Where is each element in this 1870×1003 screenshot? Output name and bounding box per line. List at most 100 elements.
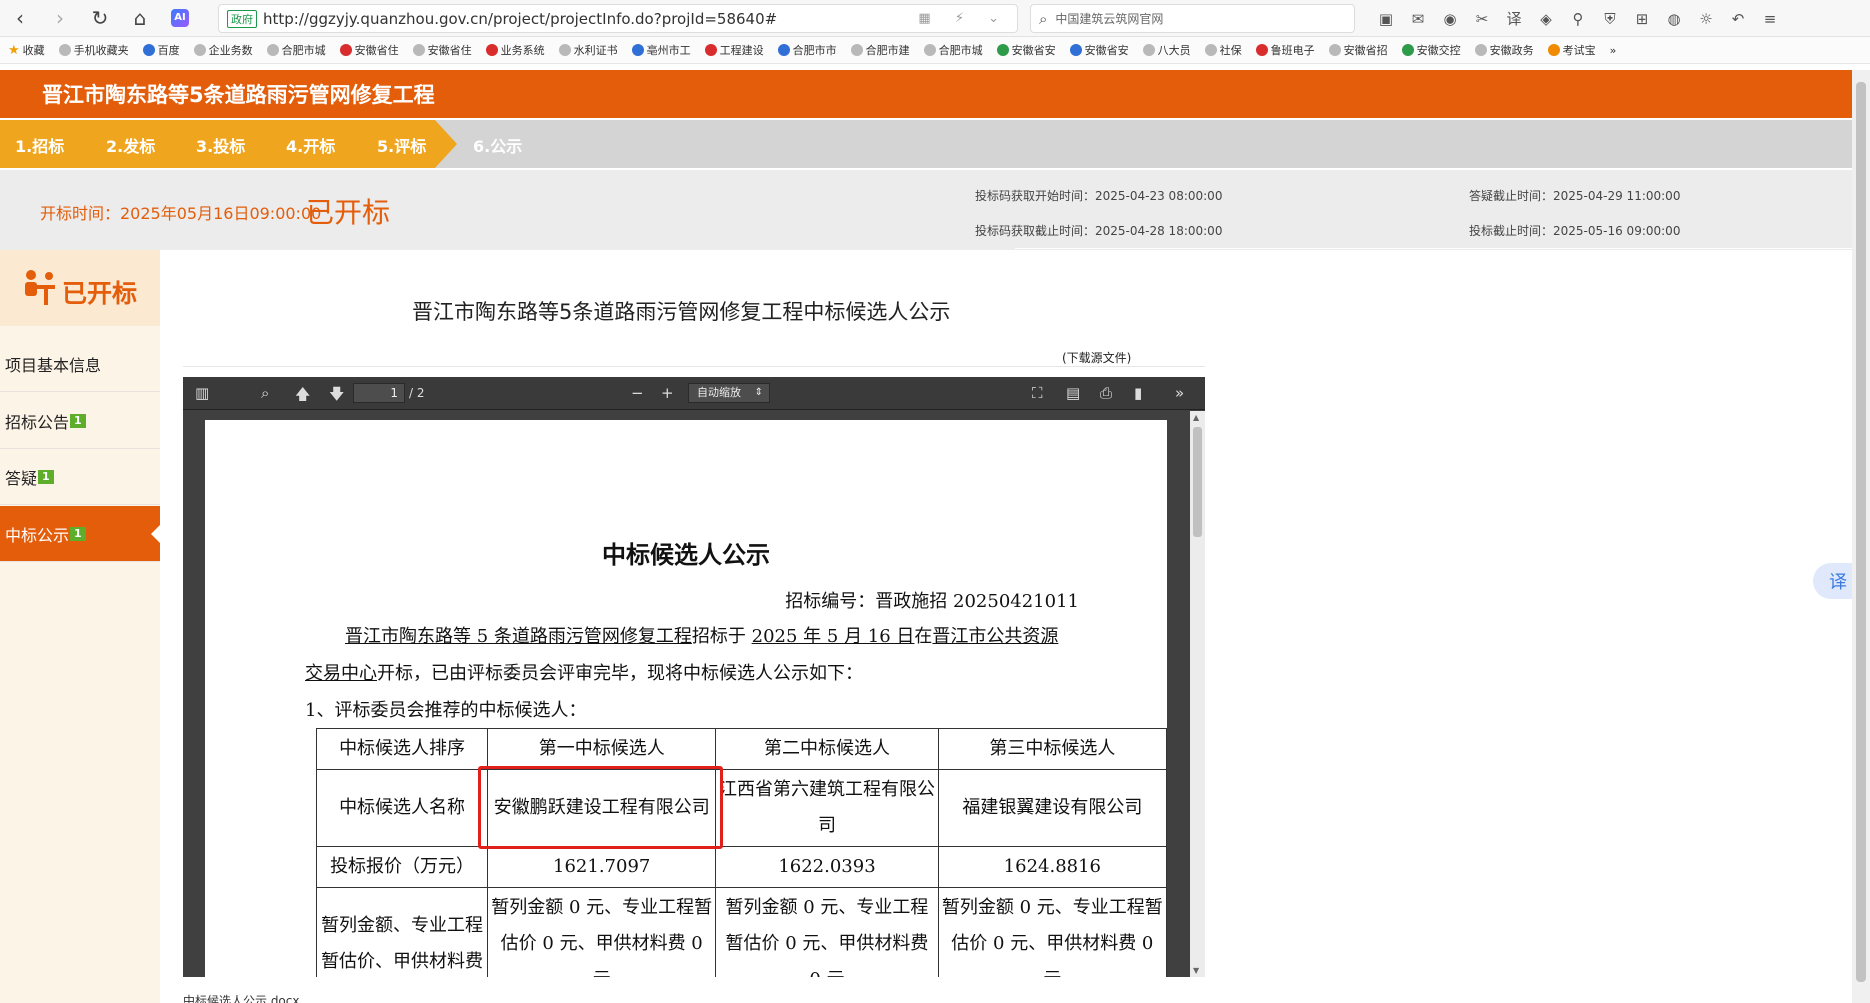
shield-icon[interactable]: ⛨ bbox=[1594, 0, 1626, 37]
bookmark-item[interactable]: 安徽政务 bbox=[1474, 42, 1534, 58]
sidebar-title: 已开标 bbox=[62, 279, 138, 308]
step-tender[interactable]: 1.招标 bbox=[15, 133, 64, 157]
next-page-icon[interactable]: 🡇 bbox=[329, 384, 344, 409]
bookmark-item[interactable]: 安徽省住 bbox=[412, 42, 472, 58]
bookmark-item[interactable]: ★ 收藏 bbox=[8, 42, 45, 58]
step-publicity[interactable]: 6.公示 bbox=[473, 133, 522, 157]
browser-search-placeholder[interactable]: 中国建筑云筑网官网 bbox=[1055, 10, 1163, 27]
pdf-viewer: ▥ ⌕ 🡅 🡇 1 / 2 − + 自动缩放 ⛶ ▤ ⎙ ▮ » 中标候选人公示… bbox=[183, 377, 1205, 977]
attachment-filename[interactable]: 中标候选人公示.docx bbox=[183, 992, 299, 1003]
globe-icon bbox=[1401, 44, 1414, 56]
step-evaluate[interactable]: 5.评标 bbox=[377, 133, 426, 157]
sidebar-item-qa[interactable]: 答疑 1 bbox=[0, 449, 160, 505]
translate-ext-icon[interactable]: 译 bbox=[1498, 0, 1530, 37]
forward-icon[interactable]: › bbox=[40, 0, 80, 37]
emblem-icon bbox=[704, 44, 717, 56]
menu-icon[interactable]: ≡ bbox=[1754, 0, 1786, 37]
sidebar-item-label: 答疑 bbox=[5, 468, 38, 488]
zoom-out-icon[interactable]: − bbox=[631, 384, 644, 402]
bookmarks-overflow-icon[interactable]: » bbox=[1610, 44, 1617, 57]
scroll-down-icon[interactable]: ▼ bbox=[1193, 966, 1199, 975]
find-icon[interactable]: ⚲ bbox=[1562, 0, 1594, 37]
bookmark-item[interactable]: 手机收藏夹 bbox=[58, 42, 129, 58]
reader-icon[interactable]: ▣ bbox=[1370, 0, 1402, 37]
zoom-select[interactable]: 自动缩放 bbox=[688, 383, 770, 403]
sidebar-item-tender-notice[interactable]: 招标公告 1 bbox=[0, 393, 160, 449]
step-bid[interactable]: 3.投标 bbox=[196, 133, 245, 157]
bookmark-item[interactable]: 考试宝 bbox=[1547, 42, 1596, 58]
sidebar-header: 已开标 bbox=[0, 250, 160, 326]
brightness-icon[interactable]: ☼ bbox=[1690, 0, 1722, 37]
pdf-scrollbar[interactable]: ▲ ▼ bbox=[1190, 411, 1205, 977]
browser-search-box[interactable]: ⌕ 中国建筑云筑网官网 bbox=[1030, 4, 1355, 33]
bookmark-item[interactable]: 安徽交控 bbox=[1401, 42, 1461, 58]
zoom-in-icon[interactable]: + bbox=[661, 384, 674, 402]
scroll-thumb[interactable] bbox=[1856, 82, 1866, 982]
bookmark-item[interactable]: 百度 bbox=[142, 42, 180, 58]
bookmark-item[interactable]: 业务系统 bbox=[485, 42, 545, 58]
bookmark-item[interactable]: 安徽省安 bbox=[1069, 42, 1129, 58]
pdf-page: 中标候选人公示 招标编号：晋政施招 20250421011 晋江市陶东路等 5 … bbox=[205, 420, 1168, 977]
system-icon bbox=[485, 44, 498, 56]
sidebar-item-label: 项目基本信息 bbox=[5, 355, 102, 375]
sidebar-toggle-icon[interactable]: ▥ bbox=[195, 384, 209, 402]
bookmark-item[interactable]: 合肥市建 bbox=[850, 42, 910, 58]
home-icon[interactable]: ⌂ bbox=[120, 0, 160, 37]
color-icon[interactable]: ◍ bbox=[1658, 0, 1690, 37]
table-cell: 1624.8816 bbox=[937, 846, 1168, 888]
bookmark-item[interactable]: 合肥市城 bbox=[923, 42, 983, 58]
divider bbox=[183, 366, 1205, 367]
table-cell: 暂列金额 0 元、专业工程暂估价 0 元、甲供材料费 0 元 bbox=[937, 887, 1168, 977]
bookmark-item[interactable]: 安徽省住 bbox=[339, 42, 399, 58]
page-scrollbar[interactable] bbox=[1852, 70, 1870, 1003]
bookmark-item[interactable]: 合肥市市 bbox=[777, 42, 837, 58]
step-open[interactable]: 4.开标 bbox=[286, 133, 335, 157]
table-cell: 福建银翼建设有限公司 bbox=[937, 769, 1168, 847]
bookmark-item[interactable]: 亳州市工 bbox=[631, 42, 691, 58]
reload-icon[interactable]: ↻ bbox=[80, 0, 120, 37]
game-icon[interactable]: ◈ bbox=[1530, 0, 1562, 37]
sidebar-item-basic-info[interactable]: 项目基本信息 bbox=[0, 336, 160, 392]
bookmark-item[interactable]: 合肥市城 bbox=[266, 42, 326, 58]
bookmark-item[interactable]: 企业务数 bbox=[193, 42, 253, 58]
globe-icon bbox=[631, 44, 644, 56]
doc-paragraph: 交易中心开标，已由评标委员会评审完毕，现将中标候选人公示如下： bbox=[305, 663, 863, 684]
fullscreen-icon[interactable]: ⛶ bbox=[1032, 384, 1043, 402]
sidebar-item-award-notice[interactable]: 中标公示 1 bbox=[0, 506, 161, 562]
mail-icon[interactable]: ✉ bbox=[1402, 0, 1434, 37]
bookmark-item[interactable]: 安徽省安 bbox=[996, 42, 1056, 58]
bookmark-icon[interactable]: ▮ bbox=[1134, 384, 1142, 402]
step-issue[interactable]: 2.发标 bbox=[106, 133, 155, 157]
doc-title: 中标候选人公示 bbox=[602, 541, 770, 569]
address-bar-actions[interactable]: ▦ ⚡ ⌄ bbox=[918, 11, 1009, 26]
page-total: / 2 bbox=[409, 386, 425, 400]
bookmark-item[interactable]: 社保 bbox=[1204, 42, 1242, 58]
pdf-toolbar: ▥ ⌕ 🡅 🡇 1 / 2 − + 自动缩放 ⛶ ▤ ⎙ ▮ » bbox=[183, 377, 1205, 410]
doc-section-heading: 1、评标委员会推荐的中标候选人： bbox=[305, 700, 587, 721]
bookmark-item[interactable]: 安徽省招 bbox=[1328, 42, 1388, 58]
more-tools-icon[interactable]: » bbox=[1175, 384, 1184, 402]
scroll-up-icon[interactable]: ▲ bbox=[1193, 413, 1199, 422]
bookmark-item[interactable]: 工程建设 bbox=[704, 42, 764, 58]
undo-icon[interactable]: ↶ bbox=[1722, 0, 1754, 37]
table-cell: 暂列金额 0 元、专业工程暂估价 0 元、甲供材料费 0 元 bbox=[715, 887, 939, 977]
download-source-link[interactable]: (下载源文件) bbox=[1062, 349, 1131, 366]
apps-grid-icon[interactable]: ⊞ bbox=[1626, 0, 1658, 37]
prev-page-icon[interactable]: 🡅 bbox=[295, 384, 310, 409]
page-number-input[interactable]: 1 bbox=[353, 383, 405, 403]
pdf-search-icon[interactable]: ⌕ bbox=[261, 384, 269, 402]
print-icon[interactable]: ⎙ bbox=[1100, 384, 1112, 402]
address-bar[interactable]: 政府 http://ggzyjy.quanzhou.gov.cn/project… bbox=[218, 4, 1018, 33]
url-text[interactable]: http://ggzyjy.quanzhou.gov.cn/project/pr… bbox=[263, 10, 918, 28]
weibo-icon[interactable]: ◉ bbox=[1434, 0, 1466, 37]
ai-assistant-icon[interactable]: AI bbox=[160, 0, 200, 37]
back-icon[interactable]: ‹ bbox=[0, 0, 40, 37]
open-file-icon[interactable]: ▤ bbox=[1066, 384, 1080, 402]
bookmark-item[interactable]: 水利证书 bbox=[558, 42, 618, 58]
scroll-thumb[interactable] bbox=[1193, 427, 1202, 537]
bookmark-item[interactable]: 鲁班电子 bbox=[1255, 42, 1315, 58]
count-badge: 1 bbox=[38, 469, 54, 484]
bookmark-item[interactable]: 八大员 bbox=[1142, 42, 1191, 58]
divider bbox=[1015, 248, 1855, 249]
scissors-icon[interactable]: ✂ bbox=[1466, 0, 1498, 37]
